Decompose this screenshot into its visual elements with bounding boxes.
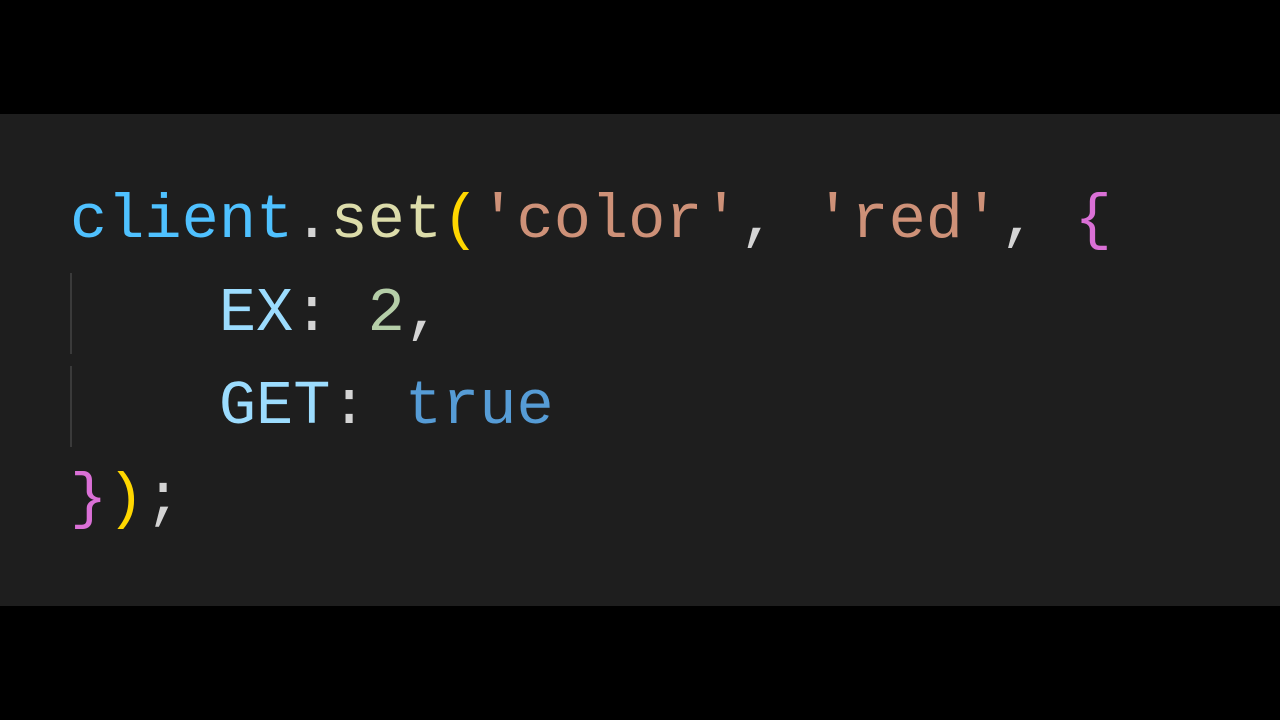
code-line-3: GET: true (70, 360, 1280, 453)
token-string-color: 'color' (479, 185, 739, 256)
token-comma: , (405, 278, 442, 349)
token-variable: client (70, 185, 293, 256)
token-property-get: GET (219, 371, 331, 442)
token-string-red: 'red' (814, 185, 1000, 256)
token-close-brace: } (70, 464, 107, 535)
token-close-paren: ) (107, 464, 144, 535)
indent-guide (70, 371, 219, 442)
token-property-ex: EX (219, 278, 293, 349)
code-line-4: }); (70, 453, 1280, 546)
token-comma: , (1000, 185, 1074, 256)
token-method: set (330, 185, 442, 256)
code-editor-panel[interactable]: client.set('color', 'red', { EX: 2, GET:… (0, 114, 1280, 606)
indent-guide (70, 278, 219, 349)
token-open-brace: { (1075, 185, 1112, 256)
token-boolean: true (405, 371, 554, 442)
code-line-2: EX: 2, (70, 267, 1280, 360)
token-colon: : (293, 278, 367, 349)
token-open-paren: ( (442, 185, 479, 256)
token-comma: , (740, 185, 814, 256)
code-line-1: client.set('color', 'red', { (70, 174, 1280, 267)
token-colon: : (330, 371, 404, 442)
token-semicolon: ; (144, 464, 181, 535)
token-number: 2 (368, 278, 405, 349)
token-dot: . (293, 185, 330, 256)
